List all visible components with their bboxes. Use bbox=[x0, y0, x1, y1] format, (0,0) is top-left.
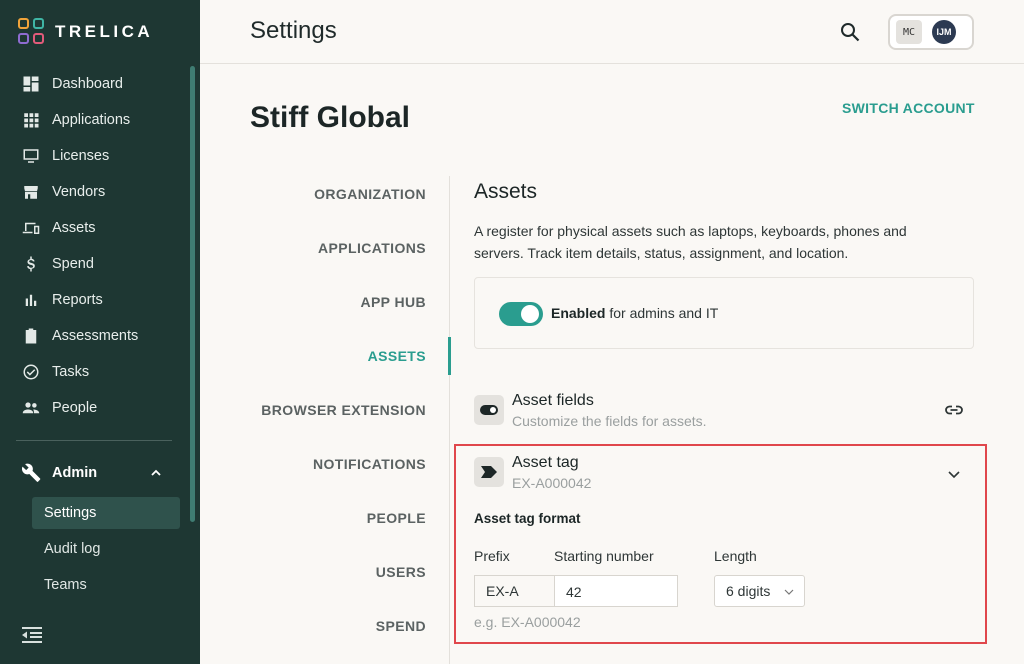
link-icon[interactable] bbox=[944, 400, 964, 420]
sidebar-item-vendors[interactable]: Vendors bbox=[0, 174, 188, 210]
section-description: A register for physical assets such as l… bbox=[474, 223, 907, 261]
sidebar-item-label: People bbox=[52, 400, 98, 416]
clipboard-icon bbox=[25, 328, 37, 344]
brand[interactable]: TRELICA bbox=[18, 18, 153, 46]
length-selected-value: 6 digits bbox=[726, 583, 771, 599]
sidebar-item-label: Applications bbox=[52, 112, 131, 128]
starting-number-label: Starting number bbox=[554, 548, 654, 564]
top-header: Settings MC IJM bbox=[200, 0, 1024, 64]
enabled-strong: Enabled bbox=[551, 305, 606, 321]
wrench-icon bbox=[22, 463, 41, 482]
subnav-assets[interactable]: ASSETS bbox=[368, 348, 426, 364]
sidebar-subitem-label: Teams bbox=[44, 577, 87, 593]
sidebar-item-label: Spend bbox=[52, 256, 94, 272]
brand-name: TRELICA bbox=[55, 22, 154, 41]
sidebar-item-label: Vendors bbox=[52, 184, 106, 200]
sidebar-item-tasks[interactable]: Tasks bbox=[0, 354, 188, 390]
asset-tag-format-label: Asset tag format bbox=[474, 511, 581, 526]
subnav-active-indicator bbox=[448, 337, 451, 375]
dollar-icon bbox=[27, 256, 35, 272]
toggle-knob bbox=[521, 305, 539, 323]
sidebar-divider bbox=[16, 440, 172, 441]
sidebar-item-licenses[interactable]: Licenses bbox=[0, 138, 188, 174]
subnav-applications[interactable]: APPLICATIONS bbox=[318, 240, 426, 256]
user-avatar-group[interactable]: MC IJM bbox=[888, 14, 974, 50]
length-select[interactable]: 6 digits bbox=[714, 575, 805, 607]
prefix-label: Prefix bbox=[474, 548, 510, 564]
sidebar-item-label: Dashboard bbox=[52, 76, 123, 92]
switch-account-link[interactable]: SWITCH ACCOUNT bbox=[842, 100, 975, 116]
sidebar: TRELICA Dashboard Applications Licenses … bbox=[0, 0, 200, 664]
grid-icon bbox=[24, 113, 39, 128]
sidebar-item-label: Reports bbox=[52, 292, 103, 308]
sidebar-item-dashboard[interactable]: Dashboard bbox=[0, 66, 188, 102]
sidebar-item-applications[interactable]: Applications bbox=[0, 102, 188, 138]
subnav-browser-extension[interactable]: BROWSER EXTENSION bbox=[261, 402, 426, 418]
account-name: Stiff Global bbox=[250, 101, 410, 134]
subnav-app-hub[interactable]: APP HUB bbox=[360, 294, 426, 310]
subnav-users[interactable]: USERS bbox=[376, 564, 426, 580]
page-title: Settings bbox=[250, 17, 337, 44]
bar-chart-icon bbox=[25, 294, 37, 306]
devices-icon bbox=[22, 222, 40, 234]
sidebar-item-people[interactable]: People bbox=[0, 390, 188, 426]
admin-label: Admin bbox=[52, 465, 98, 481]
asset-fields-row[interactable]: Asset fields Customize the fields for as… bbox=[474, 392, 974, 442]
subnav-spend[interactable]: SPEND bbox=[376, 618, 426, 634]
sidebar-nav: Dashboard Applications Licenses Vendors … bbox=[0, 66, 188, 426]
chevron-down-icon bbox=[784, 589, 794, 595]
enable-card: Enabled for admins and IT bbox=[474, 277, 974, 349]
storefront-icon bbox=[24, 186, 38, 199]
starting-number-input[interactable]: 42 bbox=[554, 575, 678, 607]
dashboard-icon bbox=[23, 76, 39, 92]
enabled-rest: for admins and IT bbox=[605, 305, 719, 321]
sidebar-subitem-teams[interactable]: Teams bbox=[32, 569, 180, 601]
enabled-status-text: Enabled for admins and IT bbox=[551, 305, 718, 321]
sidebar-subitem-label: Settings bbox=[44, 505, 97, 521]
sidebar-item-admin[interactable]: Admin bbox=[0, 455, 188, 491]
asset-fields-subtitle: Customize the fields for assets. bbox=[512, 413, 707, 429]
search-icon[interactable] bbox=[840, 22, 860, 42]
sidebar-item-assessments[interactable]: Assessments bbox=[0, 318, 188, 354]
toggle-field-icon bbox=[480, 405, 498, 415]
sidebar-item-label: Assets bbox=[52, 220, 96, 236]
subnav-organization[interactable]: ORGANIZATION bbox=[314, 186, 426, 202]
section-title: Assets bbox=[474, 180, 538, 203]
asset-fields-title: Asset fields bbox=[512, 392, 594, 409]
sidebar-item-label: Assessments bbox=[52, 328, 139, 344]
sidebar-item-assets[interactable]: Assets bbox=[0, 210, 188, 246]
asset-tag-example: e.g. EX-A000042 bbox=[474, 614, 581, 630]
monitor-icon bbox=[23, 149, 39, 163]
asset-fields-icon-box bbox=[474, 395, 504, 425]
sidebar-item-spend[interactable]: Spend bbox=[0, 246, 188, 282]
sidebar-scrollbar[interactable] bbox=[190, 66, 195, 522]
sidebar-item-label: Tasks bbox=[52, 364, 90, 380]
trelica-logo-icon bbox=[18, 18, 46, 46]
subnav-notifications[interactable]: NOTIFICATIONS bbox=[313, 456, 426, 472]
sidebar-item-label: Licenses bbox=[52, 148, 110, 164]
sidebar-subitem-settings[interactable]: Settings bbox=[32, 497, 180, 529]
length-label: Length bbox=[714, 548, 757, 564]
subnav-divider bbox=[449, 176, 450, 664]
check-circle-icon bbox=[23, 364, 39, 380]
people-icon bbox=[22, 402, 40, 414]
collapse-sidebar-icon[interactable] bbox=[22, 626, 42, 644]
sidebar-item-reports[interactable]: Reports bbox=[0, 282, 188, 318]
avatar-ijm: IJM bbox=[932, 20, 956, 44]
subnav-people[interactable]: PEOPLE bbox=[367, 510, 426, 526]
avatar-mc: MC bbox=[896, 20, 922, 44]
sidebar-subitem-audit-log[interactable]: Audit log bbox=[32, 533, 180, 565]
assets-enabled-toggle[interactable] bbox=[499, 302, 543, 326]
sidebar-subitem-label: Audit log bbox=[44, 541, 101, 557]
prefix-field[interactable]: EX-A bbox=[474, 575, 556, 607]
chevron-up-icon[interactable] bbox=[150, 467, 162, 479]
